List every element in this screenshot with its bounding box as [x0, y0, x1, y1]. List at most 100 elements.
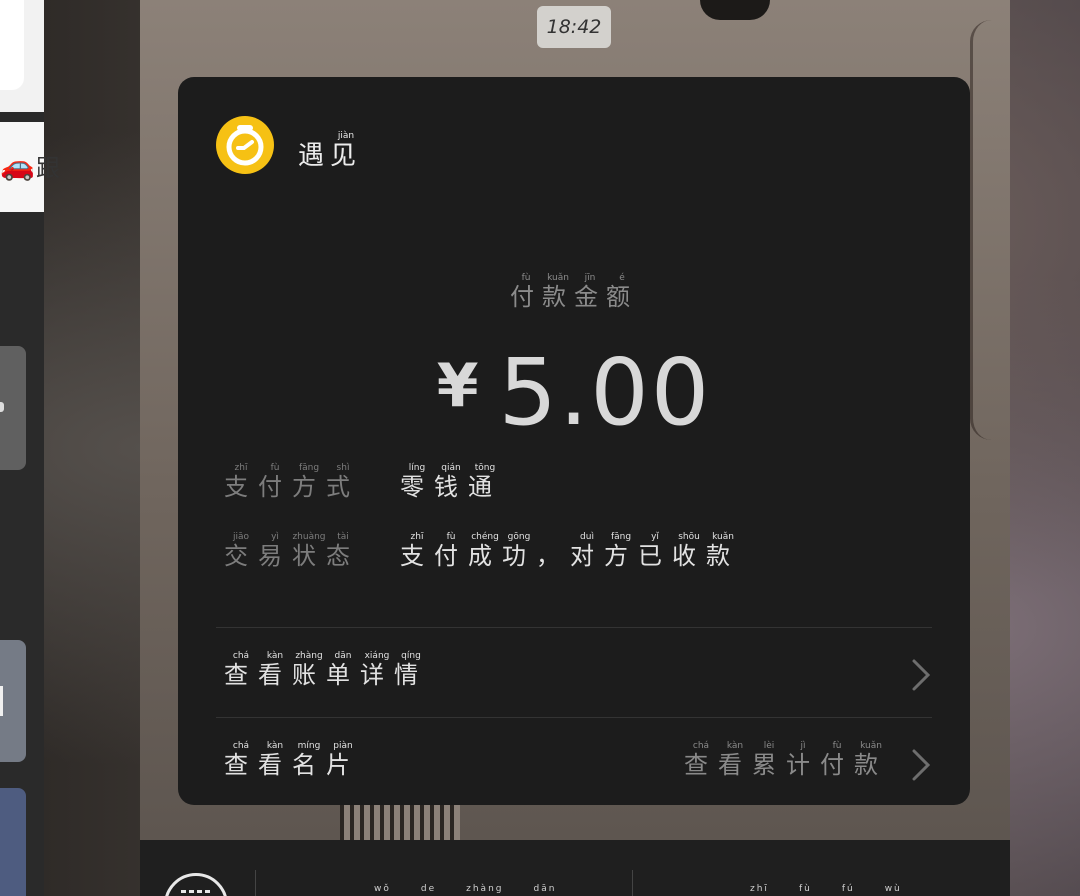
left-card-partial-text: 跟	[36, 154, 60, 182]
menu-payment-services[interactable]: zhī fù fú wù	[750, 884, 932, 894]
pinyin: fāng	[292, 463, 326, 473]
char: 看kàn	[258, 651, 292, 689]
transaction-status-value: 支zhī付fù成chéng功gōng，对duì方fāng已yǐ收shōu款kuǎ…	[400, 532, 740, 571]
pinyin: tài	[326, 532, 360, 542]
left-grey-panel-2[interactable]	[0, 640, 26, 762]
menu-my-bills[interactable]: wǒ de zhàng dān	[374, 884, 586, 894]
amount-label: 付fù款kuǎn金jīn额é	[178, 273, 970, 312]
pinyin: duì	[570, 532, 604, 542]
left-blue-panel[interactable]	[0, 788, 26, 896]
char: 金jīn	[574, 273, 606, 311]
pinyin: kàn	[258, 651, 292, 661]
pinyin: shì	[326, 463, 360, 473]
payment-method-label-text: 支zhī付fù方fāng式shì	[224, 463, 360, 501]
chevron-right-icon	[912, 749, 931, 781]
pinyin: zhàng	[292, 651, 326, 661]
payment-method-value-text: 零líng钱qián通tōng	[400, 463, 502, 501]
time-indicator: 18:42	[537, 6, 611, 48]
char: 情qíng	[394, 651, 428, 689]
keyboard-icon-keys	[181, 890, 211, 893]
bottom-links-row: 查chá看kàn名míng片piàn 查chá看kàn累lèi计jì付fù款ku…	[178, 717, 970, 805]
pinyin: chá	[684, 741, 718, 751]
char: 查chá	[684, 741, 718, 779]
payment-amount: ¥5.00	[178, 339, 970, 446]
char: 名míng	[292, 741, 326, 779]
app-name: 遇见jiàn	[298, 131, 363, 171]
menu-pinyin: fù	[798, 884, 812, 894]
char: 态tài	[326, 532, 360, 570]
char: 付fù	[510, 273, 542, 311]
pinyin: zhī	[400, 532, 434, 542]
view-cumulative-payments-link[interactable]: 查chá看kàn累lèi计jì付fù款kuǎn	[684, 741, 888, 780]
char: 收shōu	[672, 532, 706, 570]
char: 成chéng	[468, 532, 502, 570]
pinyin: shōu	[672, 532, 706, 542]
pinyin: piàn	[326, 741, 360, 751]
pinyin: zhuàng	[292, 532, 326, 542]
char: 交jiāo	[224, 532, 258, 570]
char: 功gōng	[502, 532, 536, 570]
view-bill-details-link[interactable]: 查chá看kàn账zhàng单dān详xiáng情qíng	[224, 651, 428, 690]
currency-symbol: ¥	[436, 351, 479, 421]
car-icon: 🚗	[0, 149, 35, 182]
char: 计jì	[786, 741, 820, 779]
pinyin: fù	[510, 273, 542, 283]
payment-method-label: 支zhī付fù方fāng式shì	[224, 463, 360, 502]
menu-pinyin: zhàng	[466, 884, 504, 894]
pinyin: míng	[292, 741, 326, 751]
view-bill-details-text: 查chá看kàn账zhàng单dān详xiáng情qíng	[224, 651, 428, 689]
char: 已yǐ	[638, 532, 672, 570]
char: 看kàn	[258, 741, 292, 779]
menu-pinyin: dān	[533, 884, 557, 894]
pinyin: gōng	[502, 532, 536, 542]
amount-value: 5.00	[498, 339, 712, 446]
transaction-status-value-text: 支zhī付fù成chéng功gōng，对duì方fāng已yǐ收shōu款kuǎ…	[400, 532, 740, 570]
menu-pinyin: zhī	[750, 884, 769, 894]
menu-separator	[255, 870, 256, 896]
pinyin: kuǎn	[854, 741, 888, 751]
pinyin: jì	[786, 741, 820, 751]
char: 易yì	[258, 532, 292, 570]
payment-method-value: 零líng钱qián通tōng	[400, 463, 502, 502]
left-card-top-inner	[0, 0, 24, 90]
pinyin: lèi	[752, 741, 786, 751]
pinyin: fù	[820, 741, 854, 751]
pinyin: kuǎn	[542, 273, 574, 283]
char: 款kuǎn	[542, 273, 574, 311]
left-grey-panel-bar	[0, 686, 3, 716]
char: 零líng	[400, 463, 434, 501]
pinyin: chá	[224, 651, 258, 661]
pinyin: xiáng	[360, 651, 394, 661]
char: 式shì	[326, 463, 360, 501]
keyboard-icon[interactable]	[164, 873, 228, 896]
pinyin: qián	[434, 463, 468, 473]
char: 支zhī	[400, 532, 434, 570]
char: 款kuǎn	[854, 741, 888, 779]
char: 状zhuàng	[292, 532, 326, 570]
background-paper-pattern	[340, 805, 460, 840]
view-cumulative-payments-text: 查chá看kàn累lèi计jì付fù款kuǎn	[684, 741, 888, 779]
left-grey-panel-dot	[0, 402, 4, 412]
left-card-top[interactable]	[0, 0, 44, 112]
pinyin: fù	[258, 463, 292, 473]
pinyin: chéng	[468, 532, 502, 542]
view-business-card-text: 查chá看kàn名míng片piàn	[224, 741, 360, 779]
char: 付fù	[820, 741, 854, 779]
transaction-status-label: 交jiāo易yì状zhuàng态tài	[224, 532, 360, 571]
char: 遇	[298, 141, 331, 171]
view-bill-details-row[interactable]: 查chá看kàn账zhàng单dān详xiáng情qíng	[178, 627, 970, 715]
left-app-strip[interactable]: 🚗 跟	[0, 0, 60, 896]
pinyin: jiàn	[330, 131, 363, 141]
char: 账zhàng	[292, 651, 326, 689]
pinyin: kàn	[258, 741, 292, 751]
pinyin: qíng	[394, 651, 428, 661]
char: 查chá	[224, 741, 258, 779]
payment-notification-card: 遇见jiàn 付fù款kuǎn金jīn额é ¥5.00 支zhī付fù方fāng…	[178, 77, 970, 805]
left-grey-panel[interactable]	[0, 346, 26, 470]
char: 查chá	[224, 651, 258, 689]
view-business-card-link[interactable]: 查chá看kàn名míng片piàn	[224, 741, 360, 780]
pinyin: tōng	[468, 463, 502, 473]
pinyin: fù	[434, 532, 468, 542]
char: ，	[536, 542, 570, 570]
char: 付fù	[258, 463, 292, 501]
